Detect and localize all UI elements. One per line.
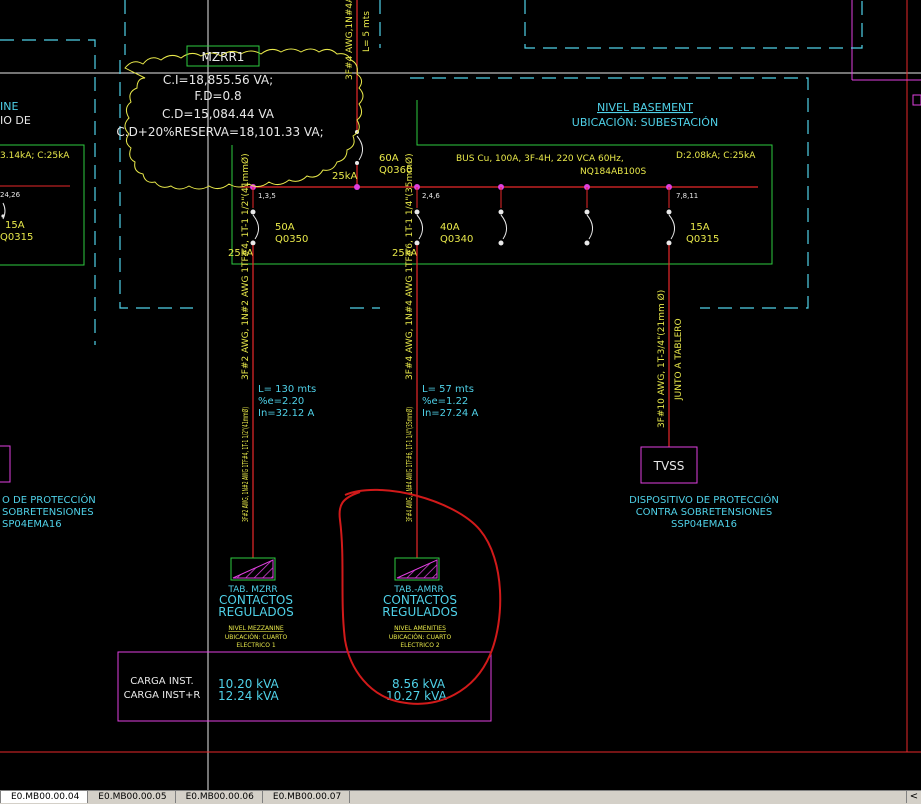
feeder-1-cable-upper: 3F#2 AWG, 1N#2 AWG 1TF#4, 1T-1 1/2"(41mm… [240,153,251,380]
incoming-feeder-label: 3F#4 AWG,1N#4AWG [345,0,355,80]
left-panel[interactable] [0,144,85,266]
main-panel-level: NIVEL BASEMENT [597,101,693,114]
branch-1-model: Q0350 [275,234,308,245]
main-breaker-ka: 25kA [332,171,358,182]
board-amrr-symbol[interactable] [394,557,440,581]
board-amrr-line2: REGULADOS [382,605,457,619]
tab-scroll-left-icon[interactable]: < [906,791,921,803]
feeder-3-note: JUNTO A TABLERO [674,318,684,401]
feeder-1-length: L= 130 mts [258,384,316,395]
board-mzrr-line2: REGULADOS [218,605,293,619]
tvss-label: TVSS [653,459,685,473]
board-mzrr-level: NIVEL MEZZANINE [228,625,283,632]
branch-2-model: Q0340 [440,234,473,245]
left-tvss-desc-2: SOBRETENSIONES [2,507,94,518]
left-panel-circuit: 24,26 [0,191,21,199]
main-panel-rating: D:2.08kA; C:25kA [676,151,756,161]
feeder-1-current: In=32.12 A [258,408,314,419]
layout-tab-3[interactable]: E0.MB00.00.07 [263,791,351,803]
feeder-2-cable-upper: 3F#4 AWG, 1N#4 AWG 1TF#6, 1T-1 1/4"(35mm… [404,153,415,380]
cloud-cd: C.D=15,084.44 VA [162,107,275,121]
tvss-model: SSP04EMA16 [671,519,737,530]
load-label-inst: CARGA INST. [130,676,193,687]
cloud-fd: F.D=0.8 [194,89,241,103]
main-breaker-amps: 60A [379,153,399,164]
layout-tab-1[interactable]: E0.MB00.00.05 [88,791,176,803]
feeder-1-drop: %e=2.20 [258,396,304,407]
corner-mark [912,94,921,106]
cloud-reserve: C.D+20%RESERVA=18,101.33 VA; [116,125,323,139]
left-tvss-model: SP04EMA16 [2,519,62,530]
main-panel-bus: BUS Cu, 100A, 3F-4H, 220 VCA 60Hz, [456,154,624,164]
feeder-2-current: In=27.24 A [422,408,478,419]
layout-tab-2[interactable]: E0.MB00.00.06 [176,791,263,803]
branch-2-circuit: 2,4,6 [422,192,440,200]
board-mzrr-symbol[interactable] [230,557,276,581]
branch-3-amps: 15A [690,222,710,233]
branch-3-circuit: 7,8,11 [676,192,698,200]
left-tvss-box[interactable] [0,445,11,483]
left-tvss-desc-1: O DE PROTECCIÓN [2,493,96,506]
incoming-feeder-length: L= 5 mts [362,11,372,52]
drawing-canvas[interactable]: INE IO DE 3.14kA; C:25kA 24,26 15A Q0315… [0,0,921,790]
branch-1-amps: 50A [275,222,295,233]
tab-navigation: < [906,791,921,803]
branch-3-model: Q0315 [686,234,719,245]
board-amrr-loc1: UBICACIÓN: CUARTO [389,634,452,641]
layout-tab-bar: E0.MB00.00.04 E0.MB00.00.05 E0.MB00.00.0… [0,790,921,804]
left-panel-breaker-model: Q0315 [0,232,33,243]
main-panel-location: UBICACIÓN: SUBESTACIÓN [572,116,718,129]
feeder-2-drop: %e=1.22 [422,396,468,407]
board-amrr-level: NIVEL AMENITIES [394,625,446,632]
left-panel-rating: 3.14kA; C:25kA [0,151,70,161]
cloud-ci: C.I=18,855.56 VA; [163,73,273,87]
layout-tab-0[interactable]: E0.MB00.00.04 [0,791,89,803]
board-mzrr-loc2: ELECTRICO 1 [236,642,276,649]
load-mzrr-inst-r: 12.24 kVA [218,689,280,703]
board-mzrr-loc1: UBICACIÓN: CUARTO [225,634,288,641]
left-panel-title-1: INE [0,100,18,113]
branch-1-circuit: 1,3,5 [258,192,276,200]
branch-2-amps: 40A [440,222,460,233]
feeder-1-cable-lower: 3F#2 AWG, 1N#2 AWG 1TF#4, 1T-1 1/2"(41mm… [240,407,250,522]
feeder-2-cable-lower: 3F#4 AWG, 1N#4 AWG 1TF#6, 1T-1 1/4"(35mm… [404,407,414,522]
left-panel-title-2: IO DE [0,114,31,127]
feeder-3-cable: 3F#10 AWG, 1T-3/4"(21mm Ø) [656,290,667,428]
board-amrr-loc2: ELECTRICO 2 [400,642,440,649]
tvss-desc-2: CONTRA SOBRETENSIONES [636,507,773,518]
room-boundaries [0,0,863,345]
left-panel-breaker-amps: 15A [5,220,25,231]
load-label-inst-r: CARGA INST+R [124,690,201,701]
cloud-tag: MZRR1 [202,50,245,64]
main-panel-model: NQ184AB100S [580,167,647,177]
feeder-2-length: L= 57 mts [422,384,474,395]
tvss-desc-1: DISPOSITIVO DE PROTECCIÓN [629,493,779,506]
